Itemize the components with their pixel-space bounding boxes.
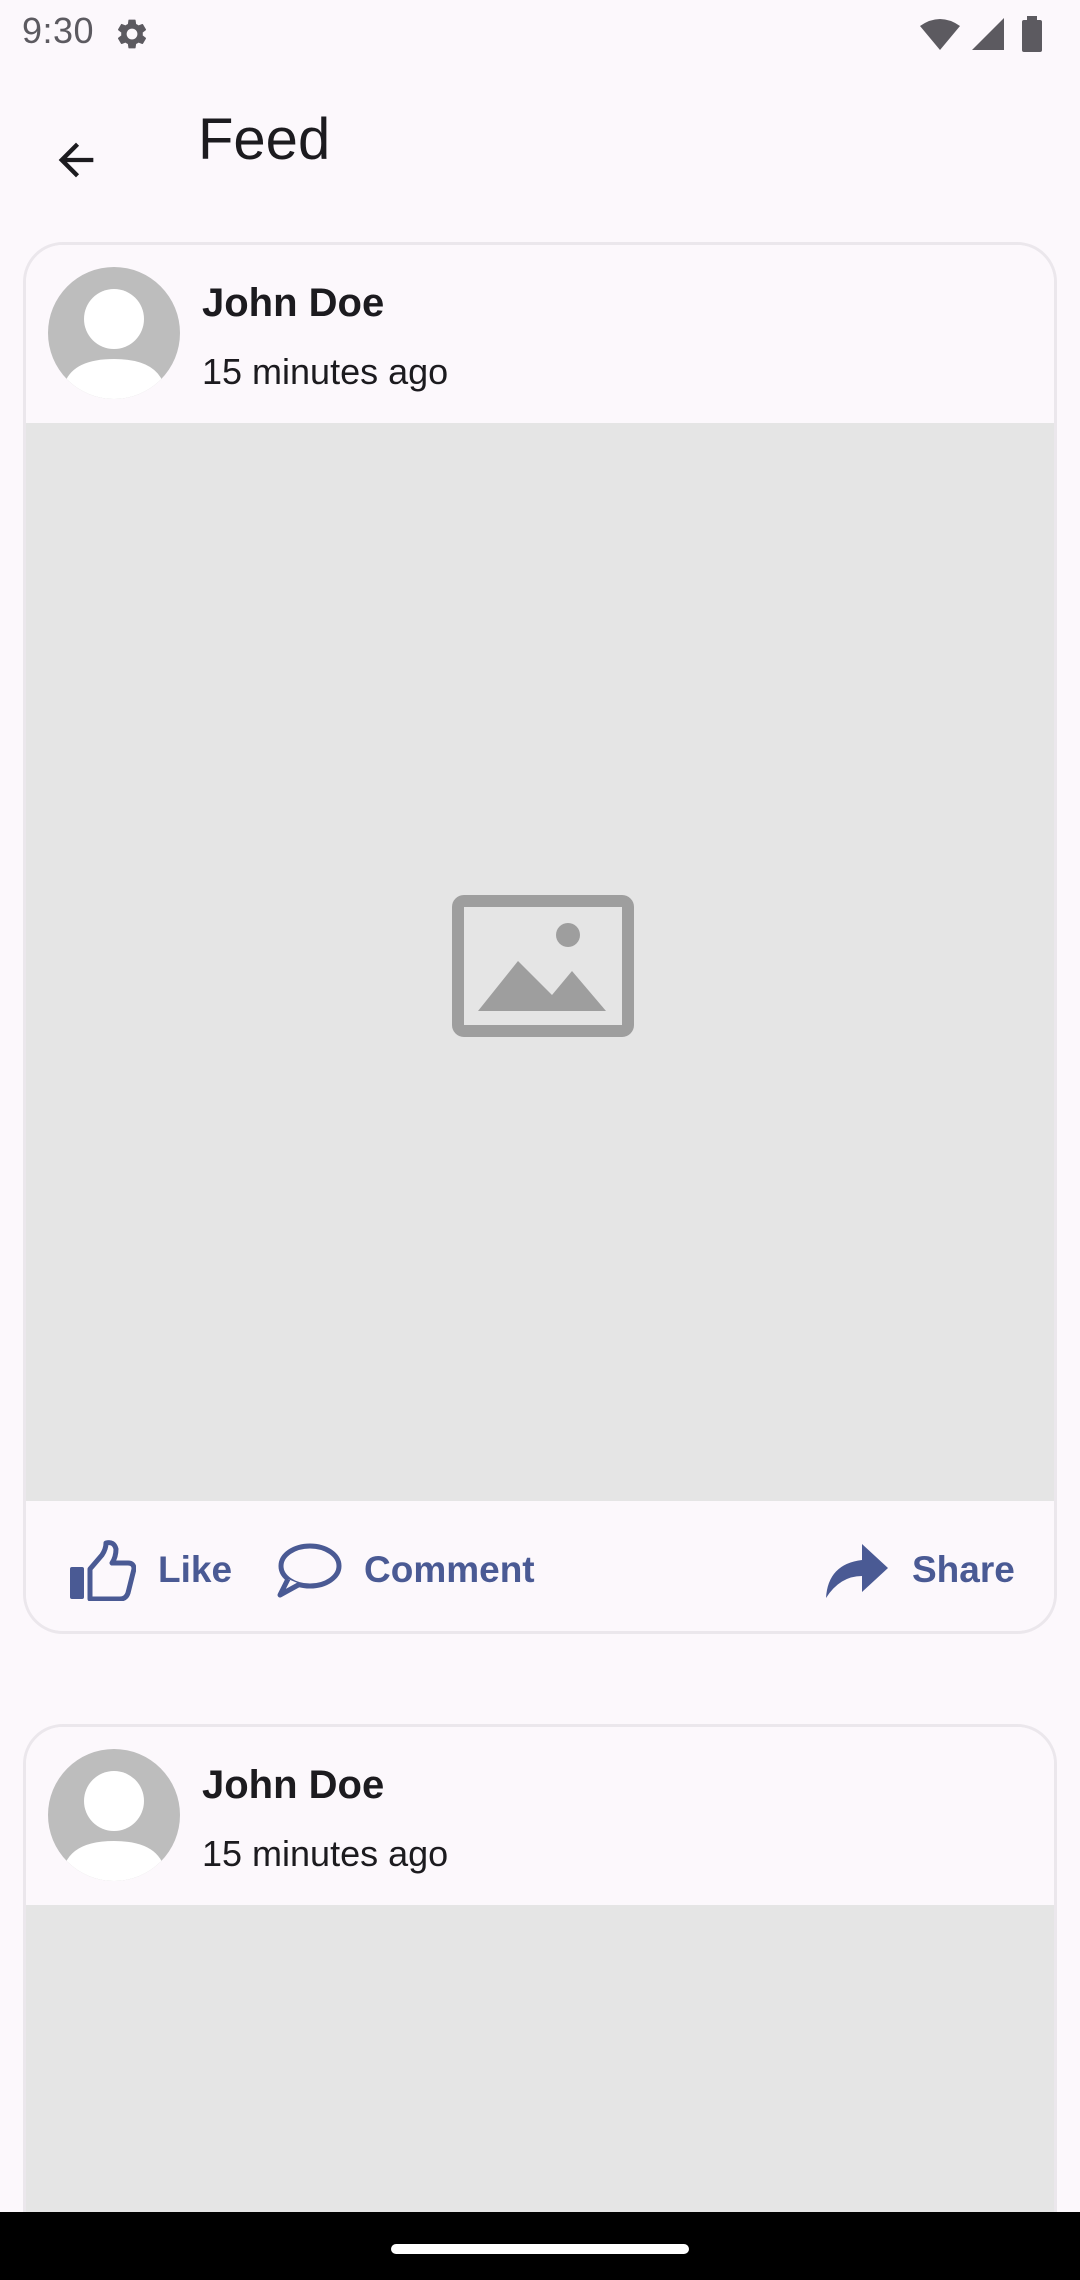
wifi-icon <box>920 19 960 50</box>
post-card: John Doe 15 minutes ago <box>23 1724 1057 2280</box>
home-gesture-handle[interactable] <box>391 2244 689 2254</box>
comment-icon <box>277 1543 342 1598</box>
back-button[interactable] <box>26 110 126 210</box>
post-timestamp: 15 minutes ago <box>202 351 449 392</box>
share-button[interactable]: Share <box>822 1535 1015 1605</box>
avatar[interactable] <box>48 267 180 399</box>
image-placeholder-icon <box>452 895 634 1037</box>
comment-button[interactable]: Comment <box>274 1535 535 1605</box>
post-timestamp: 15 minutes ago <box>202 1833 449 1874</box>
comment-label: Comment <box>364 1549 535 1590</box>
page-title: Feed <box>198 107 331 172</box>
post-header: John Doe 15 minutes ago <box>26 245 1054 423</box>
top-app-bar: Feed <box>0 66 1080 216</box>
status-bar: 9:30 <box>0 0 1080 66</box>
person-icon <box>62 289 166 399</box>
person-icon <box>62 1771 166 1881</box>
gear-icon <box>117 19 147 49</box>
share-label: Share <box>912 1549 1015 1590</box>
arrow-back-icon <box>58 142 94 178</box>
feed-screen: 9:30 Feed John Doe 15 minutes ago Like C… <box>0 0 1080 2280</box>
thumb-up-icon <box>70 1540 136 1601</box>
battery-icon <box>1022 20 1042 52</box>
post-author[interactable]: John Doe <box>202 281 384 326</box>
avatar[interactable] <box>48 1749 180 1881</box>
status-icons <box>920 16 1042 52</box>
post-header: John Doe 15 minutes ago <box>26 1727 1054 1905</box>
system-navigation-bar <box>0 2212 1080 2280</box>
post-image[interactable] <box>26 423 1054 1501</box>
signal-icon <box>972 18 1004 50</box>
like-button[interactable]: Like <box>68 1535 232 1605</box>
post-card: John Doe 15 minutes ago Like Comment Sha… <box>23 242 1057 1634</box>
share-icon <box>826 1544 888 1598</box>
like-label: Like <box>158 1549 233 1590</box>
status-time: 9:30 <box>22 10 95 51</box>
post-actions: Like Comment Share <box>26 1501 1054 1631</box>
post-author[interactable]: John Doe <box>202 1763 384 1808</box>
